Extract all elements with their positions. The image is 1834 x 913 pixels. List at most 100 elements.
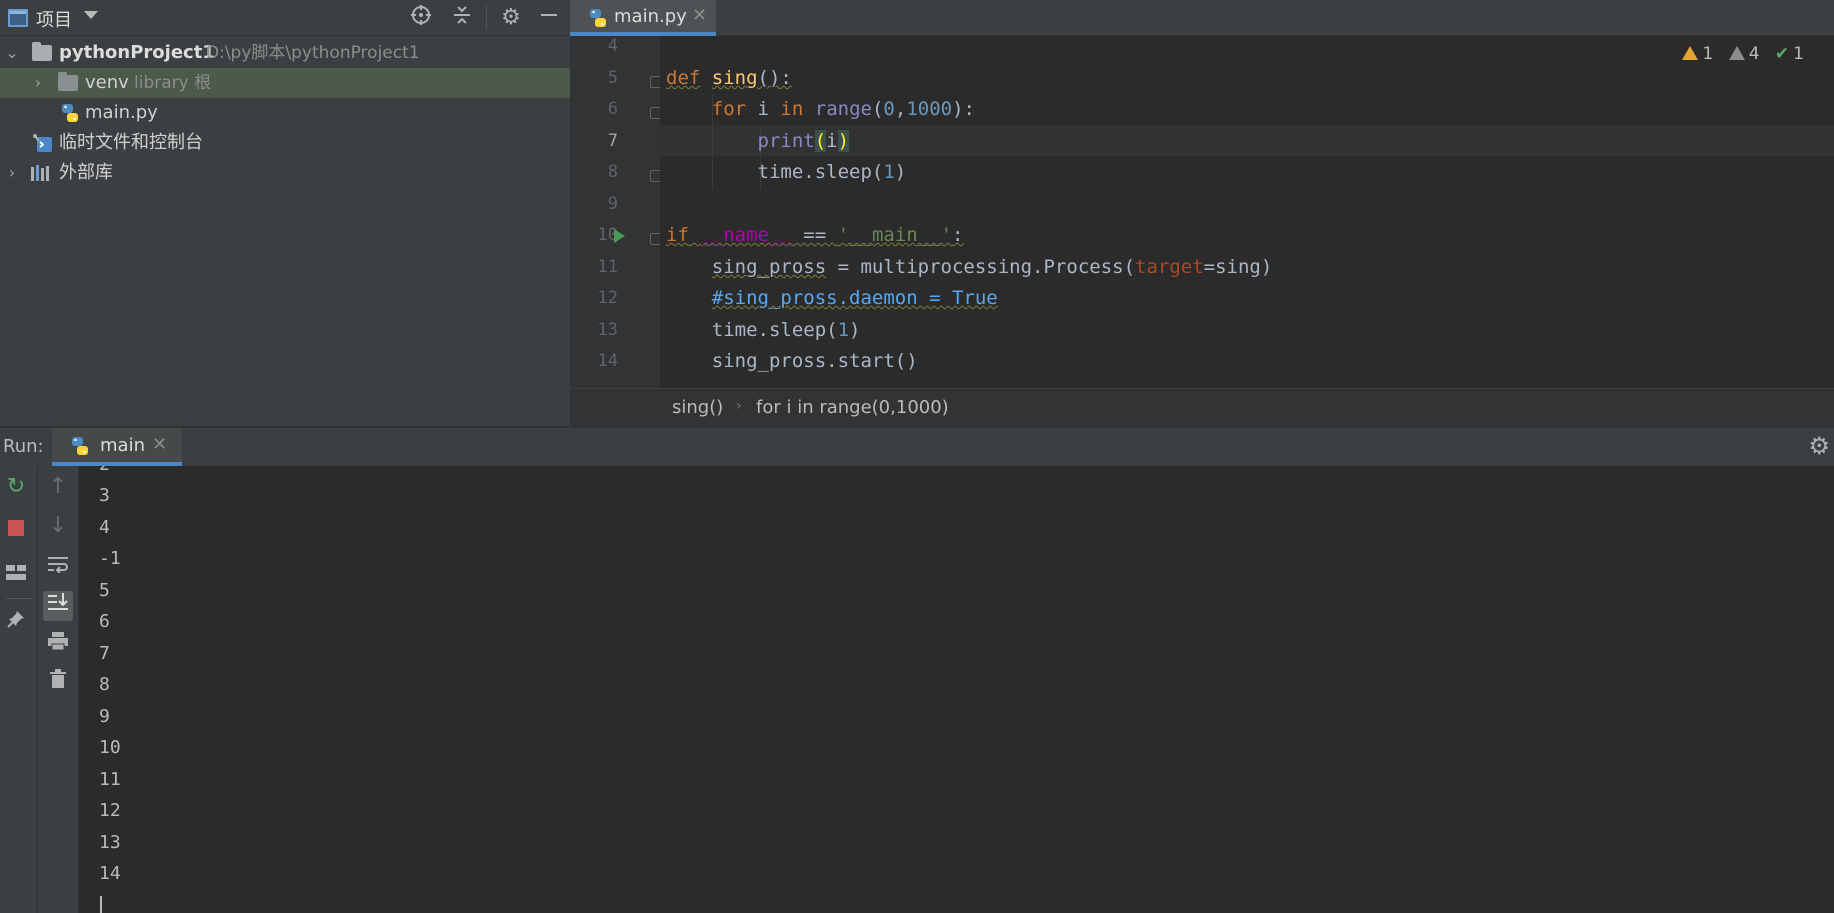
tree-item-main-py[interactable]: main.py [0, 98, 570, 128]
console-line: -1 [99, 548, 121, 569]
arrow-down-icon[interactable]: ↓ [43, 511, 73, 541]
tree-item-venv[interactable]: › venv library 根 [0, 68, 570, 98]
weak-warning-icon [1728, 46, 1745, 60]
tab-run-main[interactable]: main ✕ [52, 428, 182, 466]
line-number: 12 [597, 288, 618, 308]
folder-icon [32, 42, 52, 61]
console-line: 8 [99, 674, 110, 695]
tree-item-label: 外部库 [59, 162, 113, 183]
run-label: Run: [3, 436, 44, 457]
line-number: 4 [607, 36, 618, 56]
typo-count: 1 [1793, 44, 1804, 64]
layout-icon[interactable] [1, 560, 31, 590]
line-number: 10 [597, 225, 618, 245]
minimize-icon[interactable] [535, 4, 563, 32]
line-number: 14 [597, 351, 618, 371]
toolbar-divider [6, 598, 32, 599]
weak-warning-count: 4 [1748, 44, 1760, 64]
code-editor[interactable]: def sing(): for i in range(0,1000): prin… [660, 36, 1834, 388]
code-line-12: #sing_pross.daemon = True [711, 287, 998, 309]
pin-icon[interactable] [1, 608, 31, 638]
chevron-right-icon[interactable]: › [30, 68, 46, 98]
console-line: 9 [99, 706, 110, 727]
python-file-icon [70, 436, 90, 456]
run-console[interactable]: 2 3 4 -1 5 6 7 8 9 10 11 12 13 14 [79, 466, 1834, 913]
console-line: 14 [99, 863, 121, 884]
breadcrumb-item[interactable]: sing() [672, 397, 723, 418]
code-line-14: sing_pross.start() [666, 350, 918, 372]
gear-icon[interactable]: ⚙ [497, 4, 525, 32]
console-line: 12 [99, 800, 121, 821]
tab-label: main.py [614, 6, 687, 27]
library-icon [30, 163, 50, 183]
warning-icon [1682, 46, 1699, 60]
scroll-to-end-icon[interactable] [43, 591, 73, 621]
code-line-5: def sing(): [666, 67, 792, 89]
rerun-icon[interactable]: ↻ [1, 472, 31, 502]
crosshair-icon[interactable] [407, 4, 435, 32]
code-line-10: if __name__ == '__main__': [666, 224, 964, 246]
collapse-all-icon[interactable] [448, 4, 476, 32]
tree-item-label: venv [85, 72, 129, 93]
tree-item-label: main.py [85, 102, 158, 123]
scratch-console-icon [32, 133, 52, 153]
close-icon[interactable]: ✕ [152, 434, 167, 455]
run-toolbar-primary: ↻ [0, 466, 38, 913]
typo-check-icon: ✔ [1774, 44, 1790, 64]
console-line: 3 [99, 485, 110, 506]
console-line: 6 [99, 611, 110, 632]
code-line-11: sing_pross = multiprocessing.Process(tar… [711, 256, 1273, 278]
gear-icon[interactable]: ⚙ [1808, 432, 1830, 460]
chevron-down-icon[interactable] [84, 11, 98, 19]
breadcrumb: sing() › for i in range(0,1000) [570, 388, 1834, 426]
arrow-up-icon[interactable]: ↑ [43, 472, 73, 502]
code-line-8: time.sleep(1) [666, 161, 907, 183]
warning-count: 1 [1702, 44, 1714, 64]
tree-item-path: D:\py脚本\pythonProject1 [206, 43, 420, 63]
stop-icon[interactable] [8, 520, 24, 536]
line-number: 5 [607, 68, 618, 88]
console-line: 4 [99, 517, 110, 538]
line-number: 6 [607, 99, 618, 119]
tree-item-pythonproject1[interactable]: ⌄ pythonProject1 D:\py脚本\pythonProject1 [0, 38, 570, 68]
tree-item-hint: library 根 [134, 73, 212, 93]
line-number: 13 [597, 320, 618, 340]
header-divider [486, 6, 487, 30]
console-line: 2 [99, 466, 110, 480]
console-line: 11 [99, 769, 121, 790]
tree-item-label: 临时文件和控制台 [59, 132, 203, 153]
code-line-6: for i in range(0,1000): [711, 98, 975, 120]
console-line: 10 [99, 737, 121, 758]
run-toolbar-secondary: ↑ ↓ [38, 466, 79, 913]
editor-gutter: 4 5 6 7 8 9 10 11 12 13 14 [570, 36, 662, 388]
editor-tab-bar: main.py ✕ [570, 0, 1834, 36]
console-line: 5 [99, 580, 110, 601]
inspection-widget[interactable]: 1 4 ✔ 1 [1682, 44, 1804, 64]
code-line-13: time.sleep(1) [666, 319, 861, 341]
soft-wrap-icon[interactable] [43, 552, 73, 582]
run-gutter-icon[interactable] [614, 229, 625, 243]
run-tab-label: main [100, 435, 145, 456]
console-line: 7 [99, 643, 110, 664]
project-panel-title[interactable]: 项目 [36, 6, 72, 32]
python-file-icon [588, 8, 608, 28]
breadcrumb-item[interactable]: for i in range(0,1000) [756, 397, 949, 418]
trash-icon[interactable] [43, 668, 73, 698]
project-panel-header: 项目 ⚙ [0, 0, 570, 36]
line-number: 9 [607, 194, 618, 214]
tree-item-scratches[interactable]: 临时文件和控制台 [0, 128, 570, 158]
line-number: 8 [607, 162, 618, 182]
tree-item-external-libraries[interactable]: › 外部库 [0, 158, 570, 188]
console-line: 13 [99, 832, 121, 853]
chevron-down-icon[interactable]: ⌄ [4, 38, 20, 68]
chevron-right-icon: › [736, 398, 742, 414]
tab-main-py[interactable]: main.py ✕ [570, 0, 716, 36]
print-icon[interactable] [43, 630, 73, 660]
chevron-right-icon[interactable]: › [4, 158, 20, 188]
code-line-7: print(i) [757, 130, 850, 152]
close-icon[interactable]: ✕ [692, 5, 707, 26]
project-panel: 项目 ⚙ ⌄ pythonProject1 D:\py脚本\pythonProj… [0, 0, 570, 426]
python-file-icon [60, 103, 80, 123]
line-number-current: 7 [607, 131, 618, 151]
tree-item-label: pythonProject1 [59, 42, 215, 63]
